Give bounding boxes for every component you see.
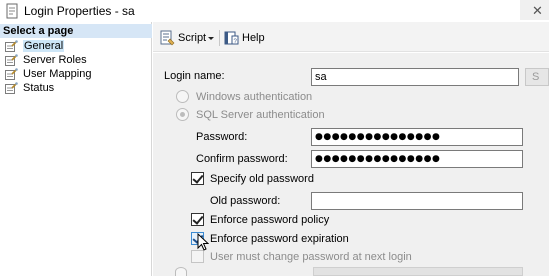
toolbar: Script ? Help <box>153 22 549 52</box>
close-icon: ✕ <box>532 3 543 18</box>
specify-old-password-label: Specify old password <box>210 173 314 185</box>
windows-auth-radio[interactable] <box>176 90 189 103</box>
must-change-password-label: User must change password at next login <box>210 251 412 263</box>
page-item-label: User Mapping <box>23 68 92 80</box>
enforce-policy-checkbox[interactable] <box>191 213 204 226</box>
specify-old-password-checkbox[interactable] <box>191 172 204 185</box>
enforce-policy-label: Enforce password policy <box>210 214 330 226</box>
mapped-to-certificate-field[interactable] <box>313 267 523 276</box>
sql-auth-label: SQL Server authentication <box>196 109 325 121</box>
page-item-status[interactable]: Status <box>0 81 152 95</box>
old-password-label: Old password: <box>210 195 281 207</box>
page-item-user-mapping[interactable]: User Mapping <box>0 67 152 81</box>
enforce-expiration-label: Enforce password expiration <box>210 233 349 245</box>
window-app-icon <box>6 3 18 19</box>
confirm-password-label: Confirm password: <box>196 153 288 165</box>
page-list: General Server Roles User Mapping Status <box>0 39 152 95</box>
page-item-label: Status <box>23 82 55 94</box>
wrench-page-icon <box>5 82 18 94</box>
general-form: Login name: sa S Windows authentication … <box>153 53 549 276</box>
general-page-pane: Script ? Help Login name: sa S Windows a… <box>153 22 549 276</box>
script-button[interactable]: Script <box>159 30 206 46</box>
mouse-cursor-icon <box>197 233 209 251</box>
title-bar: Login Properties - sa ✕ <box>0 0 549 22</box>
help-label: Help <box>242 32 265 44</box>
password-field[interactable]: ●●●●●●●●●●●●●●● <box>311 128 523 146</box>
confirm-password-field[interactable]: ●●●●●●●●●●●●●●● <box>311 150 523 168</box>
help-book-icon: ? <box>224 31 239 45</box>
wrench-page-icon <box>5 68 18 80</box>
page-item-server-roles[interactable]: Server Roles <box>0 53 152 67</box>
window-title: Login Properties - sa <box>24 4 135 18</box>
wrench-page-icon <box>5 54 18 66</box>
old-password-field[interactable] <box>311 192 523 210</box>
login-name-label: Login name: <box>164 70 225 82</box>
script-icon <box>160 30 175 46</box>
page-selector-pane: Select a page General Server Roles User … <box>0 22 152 276</box>
close-button[interactable]: ✕ <box>520 0 549 20</box>
must-change-password-checkbox[interactable] <box>191 250 204 263</box>
dropdown-arrow-icon <box>208 37 214 40</box>
help-button[interactable]: ? Help <box>223 30 265 46</box>
select-page-header: Select a page <box>0 24 152 38</box>
page-item-label: General <box>23 40 65 52</box>
script-dropdown-button[interactable] <box>207 30 218 46</box>
windows-auth-label: Windows authentication <box>196 91 313 103</box>
toolbar-separator <box>219 30 220 46</box>
script-label: Script <box>178 32 207 44</box>
login-properties-window: Login Properties - sa ✕ Select a page Ge… <box>0 0 549 276</box>
mapped-to-certificate-radio[interactable] <box>175 267 187 276</box>
login-name-field[interactable]: sa <box>311 68 519 86</box>
wrench-page-icon <box>5 40 18 52</box>
search-login-button[interactable]: S <box>525 68 549 86</box>
page-item-label: Server Roles <box>23 54 87 66</box>
password-label: Password: <box>196 131 248 143</box>
page-item-general[interactable]: General <box>0 39 152 53</box>
sql-auth-radio[interactable] <box>176 108 189 121</box>
